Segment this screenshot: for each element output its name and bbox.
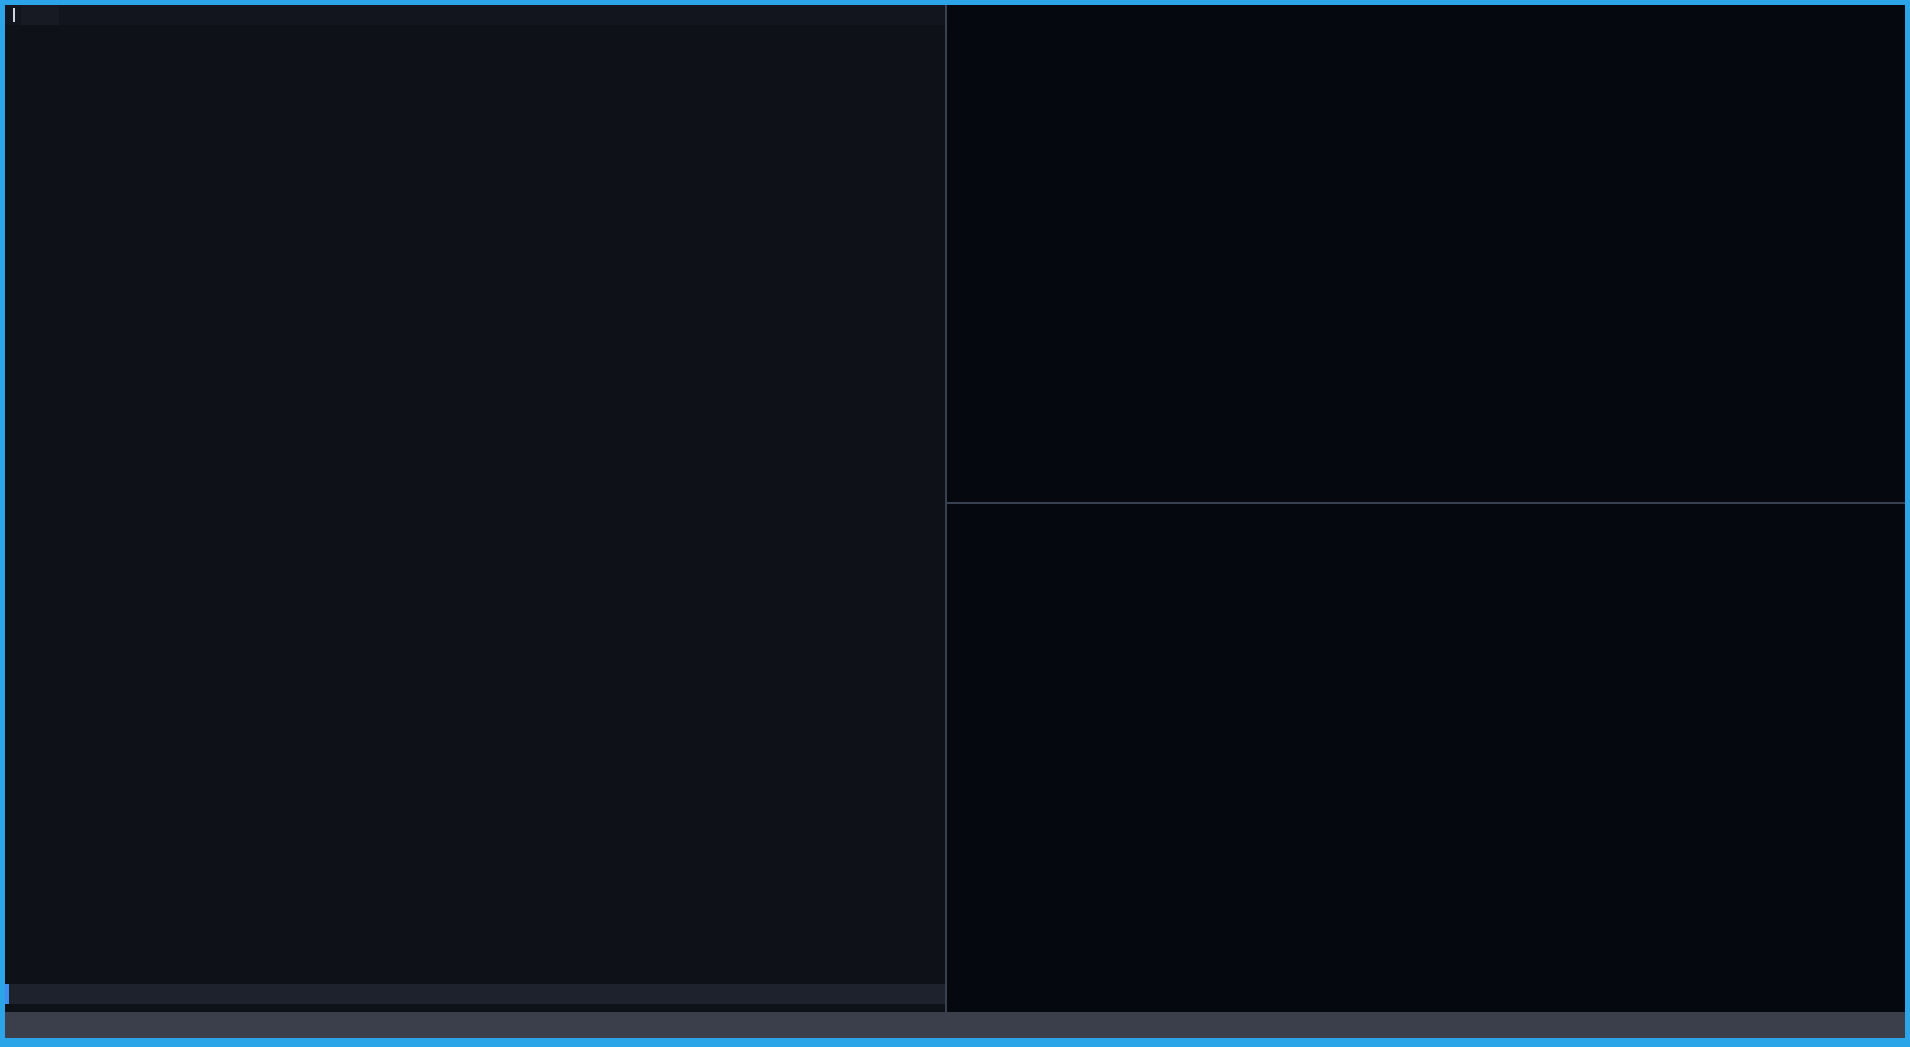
function-key-bar <box>947 481 1905 500</box>
right-column <box>947 5 1905 1012</box>
editor-pane[interactable] <box>5 5 945 1012</box>
tmux-status-bar <box>5 1012 1905 1038</box>
tmux-session-window <box>0 0 1910 1047</box>
memory-meter <box>955 13 1905 29</box>
tabline-caret <box>13 8 15 22</box>
statusline-cap-left <box>5 984 9 1004</box>
system-monitor-pane[interactable] <box>947 5 1905 502</box>
editor-statusline <box>5 984 945 1004</box>
buffer-tab[interactable] <box>21 5 59 25</box>
code-area[interactable] <box>5 25 945 984</box>
editor-cmdline <box>5 1004 945 1012</box>
editor-tabline <box>5 5 945 25</box>
main-area <box>5 5 1905 1012</box>
terminal-pane[interactable] <box>947 504 1905 1012</box>
